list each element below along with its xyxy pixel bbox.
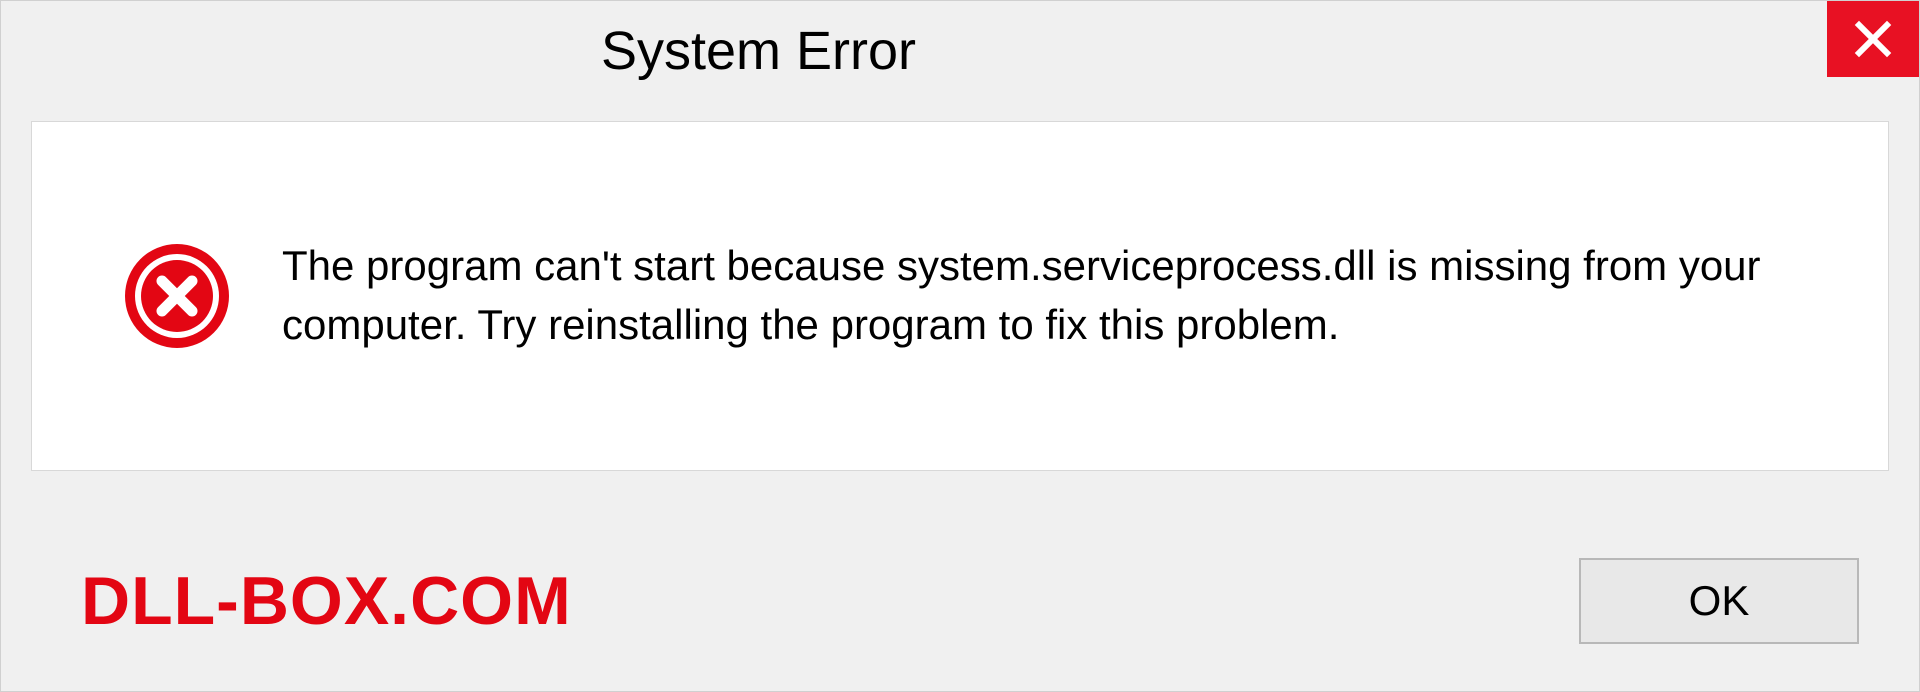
brand-watermark: DLL-BOX.COM: [81, 562, 572, 640]
content-area: The program can't start because system.s…: [31, 121, 1889, 471]
titlebar: System Error: [1, 1, 1919, 101]
dialog-footer: DLL-BOX.COM OK: [1, 511, 1919, 691]
error-message: The program can't start because system.s…: [282, 237, 1828, 355]
dialog-title: System Error: [601, 20, 916, 82]
close-icon: [1853, 19, 1893, 59]
close-button[interactable]: [1827, 1, 1919, 77]
error-dialog: System Error The program can't start bec…: [0, 0, 1920, 692]
error-icon: [122, 241, 232, 351]
ok-button[interactable]: OK: [1579, 558, 1859, 644]
